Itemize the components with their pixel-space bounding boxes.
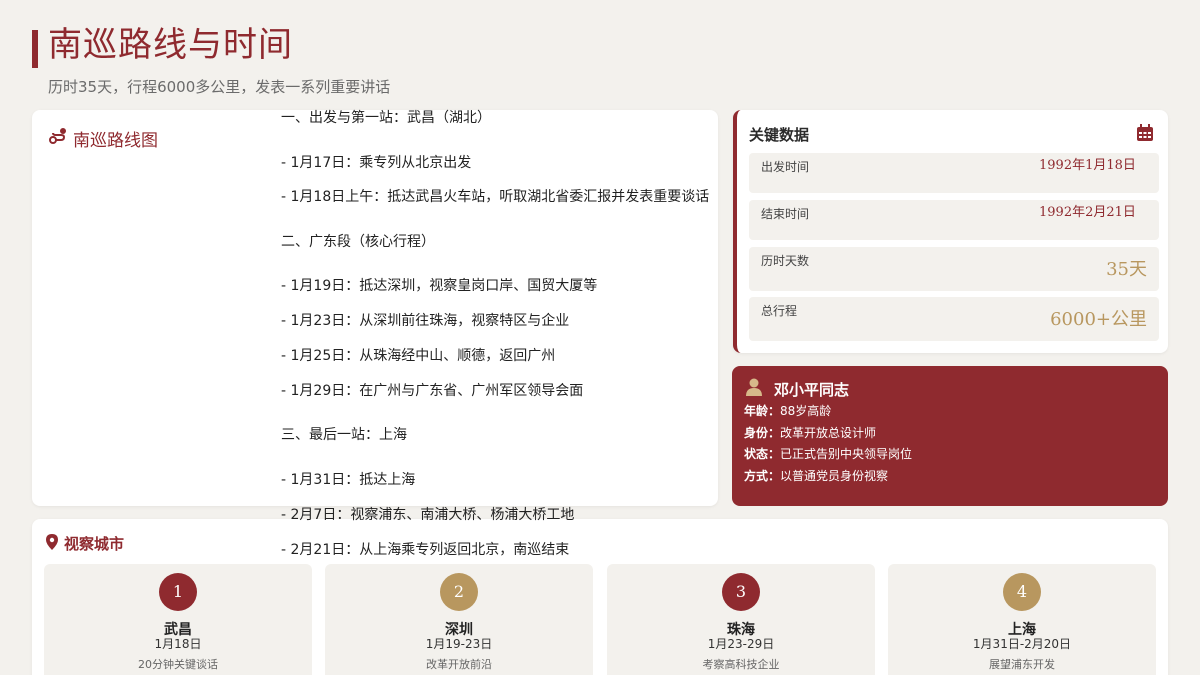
person-identity-label: 身份： [744,426,781,440]
route-icon [49,127,67,150]
city-number-badge: 4 [1003,573,1041,611]
stat-end-label: 结束时间 [761,207,810,221]
city-description: 20分钟关键谈话 [138,658,218,671]
city-description: 改革开放前沿 [426,658,492,671]
person-mode: 方式：以普通党员身份视察 [744,468,888,484]
city-date: 1月19-23日 [425,637,493,651]
person-age-label: 年龄： [744,404,781,418]
cities-title: 视察城市 [64,535,125,553]
page-subtitle: 历时35天，行程6000多公里，发表一系列重要讲话 [48,78,391,96]
user-icon [746,378,762,400]
calendar-icon [1136,124,1154,146]
person-age-value: 88岁高龄 [780,404,832,418]
route-card-title: 南巡路线图 [73,131,158,151]
map-pin-icon [46,533,58,554]
route-line: - 2月21日：从上海乘专列返回北京，南巡结束 [281,542,570,558]
person-header: 邓小平同志 [746,378,849,400]
route-line: - 1月19日：抵达深圳，视察皇岗口岸、国贸大厦等 [281,278,598,294]
route-line: 二、广东段（核心行程） [281,234,435,250]
page-title: 南巡路线与时间 [48,25,293,65]
stat-start-label: 出发时间 [761,160,810,174]
stat-start-value: 1992年1月18日 [1039,158,1136,173]
city-number-badge: 3 [722,573,760,611]
city-description: 展望浦东开发 [989,658,1055,671]
stat-end-row: 结束时间 1992年2月21日 [749,200,1159,240]
cities-card: 视察城市 1 武昌 1月18日 20分钟关键谈话 2 深圳 1月19-23日 改… [32,519,1168,675]
route-line: 三、最后一站：上海 [281,427,407,443]
person-status-value: 已正式告别中央领导岗位 [780,447,913,461]
stat-start-row: 出发时间 1992年1月18日 [749,153,1159,193]
stat-days-label: 历时天数 [761,254,810,268]
route-line: - 1月23日：从深圳前往珠海，视察特区与企业 [281,313,570,329]
person-identity: 身份：改革开放总设计师 [744,425,876,441]
city-description: 考察高科技企业 [702,658,780,671]
route-line: - 2月7日：视察浦东、南浦大桥、杨浦大桥工地 [281,507,575,523]
cities-header: 视察城市 [46,533,124,554]
person-card: 邓小平同志 年龄：88岁高龄 身份：改革开放总设计师 状态：已正式告别中央领导岗… [732,366,1168,506]
city-number-badge: 1 [159,573,197,611]
person-name: 邓小平同志 [774,380,850,399]
route-line: - 1月25日：从珠海经中山、顺德，返回广州 [281,348,556,364]
person-status: 状态：已正式告别中央领导岗位 [744,446,912,462]
city-date: 1月31日-2月20日 [972,637,1072,651]
person-identity-value: 改革开放总设计师 [780,426,877,440]
route-card-header: 南巡路线图 [49,126,158,151]
route-line: - 1月29日：在广州与广东省、广州军区领导会面 [281,383,584,399]
person-mode-label: 方式： [744,469,781,483]
city-date: 1月23-29日 [707,637,775,651]
city-date: 1月18日 [154,637,202,651]
person-age: 年龄：88岁高龄 [744,403,831,419]
person-status-label: 状态： [744,447,781,461]
city-card-wuchang[interactable]: 1 武昌 1月18日 20分钟关键谈话 [44,564,312,675]
key-data-header: 关键数据 [749,126,810,144]
stat-distance-row: 总行程 6000+公里 [749,297,1159,341]
route-line: - 1月17日：乘专列从北京出发 [281,155,472,171]
city-card-shanghai[interactable]: 4 上海 1月31日-2月20日 展望浦东开发 [888,564,1156,675]
stat-end-value: 1992年2月21日 [1039,205,1136,220]
city-card-zhuhai[interactable]: 3 珠海 1月23-29日 考察高科技企业 [607,564,875,675]
stat-days-row: 历时天数 35天 [749,247,1159,291]
route-line: 一、出发与第一站：武昌（湖北） [281,110,491,126]
stat-days-value: 35天 [1106,259,1147,280]
city-number-badge: 2 [440,573,478,611]
stat-distance-label: 总行程 [761,304,798,318]
route-line: - 1月31日：抵达上海 [281,472,416,488]
route-line: - 1月18日上午：抵达武昌火车站，听取湖北省委汇报并发表重要谈话 [281,189,710,205]
person-mode-value: 以普通党员身份视察 [780,469,889,483]
title-accent-bar [32,30,38,68]
key-data-card: 关键数据 出发时间 1992年1月18日 结束时间 1992年2月21日 历时天… [733,110,1168,353]
city-card-shenzhen[interactable]: 2 深圳 1月19-23日 改革开放前沿 [325,564,593,675]
stat-distance-value: 6000+公里 [1050,309,1147,330]
